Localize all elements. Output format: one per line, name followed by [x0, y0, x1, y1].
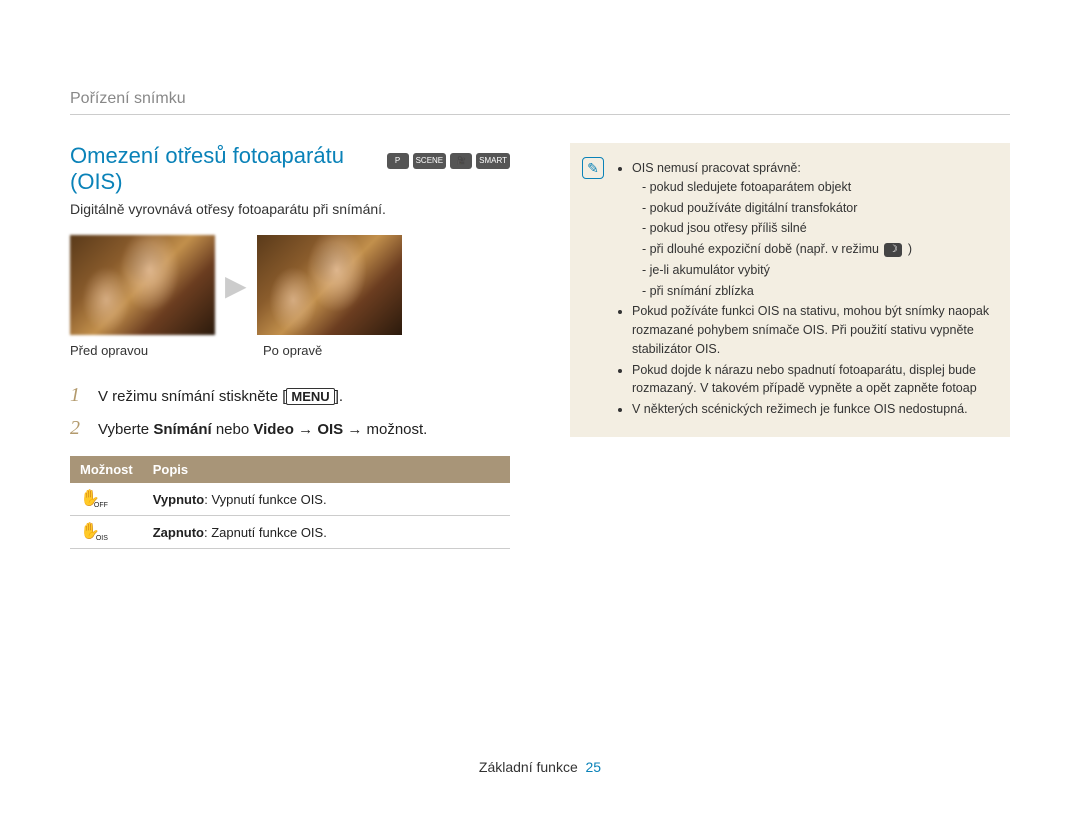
mode-icon-scene: SCENE — [413, 153, 447, 169]
ois-off-icon: ✋OFF — [80, 491, 100, 507]
mode-icon-video: 🎥 — [450, 153, 472, 169]
table-row: ✋OIS Zapnuto: Zapnutí funkce OIS. — [70, 516, 510, 549]
mode-icon-p: P — [387, 153, 409, 169]
options-table: Možnost Popis ✋OFF Vypnuto: Vypnutí funk… — [70, 456, 510, 549]
mode-icons: P SCENE 🎥 SMART — [387, 153, 510, 169]
step-1: 1 V režimu snímání stiskněte [MENU]. — [70, 384, 510, 407]
caption-after: Po opravě — [263, 343, 408, 358]
ois-on-icon: ✋OIS — [80, 524, 100, 540]
menu-button-label: MENU — [286, 388, 334, 405]
note-icon: ✎ — [582, 157, 604, 179]
sample-image-before — [70, 235, 215, 335]
page-number: 25 — [586, 759, 602, 775]
step-number: 1 — [70, 384, 86, 407]
subtitle: Digitálně vyrovnává otřesy fotoaparátu p… — [70, 201, 510, 217]
table-row: ✋OFF Vypnuto: Vypnutí funkce OIS. — [70, 483, 510, 516]
page-footer: Základní funkce 25 — [0, 759, 1080, 775]
arrow-right-icon: ▶ — [225, 269, 247, 302]
table-header-option: Možnost — [70, 456, 143, 483]
breadcrumb: Pořízení snímku — [70, 90, 1010, 115]
night-mode-icon: ☽ — [884, 243, 902, 257]
table-header-desc: Popis — [143, 456, 510, 483]
caption-before: Před opravou — [70, 343, 215, 358]
step-number: 2 — [70, 417, 86, 440]
page-title: Omezení otřesů fotoaparátu (OIS) — [70, 143, 379, 195]
mode-icon-smart: SMART — [476, 153, 510, 169]
note-box: ✎ OIS nemusí pracovat správně: pokud sle… — [570, 143, 1010, 437]
step-2: 2 Vyberte Snímání nebo Video → OIS → mož… — [70, 417, 510, 440]
sample-image-after — [257, 235, 402, 335]
